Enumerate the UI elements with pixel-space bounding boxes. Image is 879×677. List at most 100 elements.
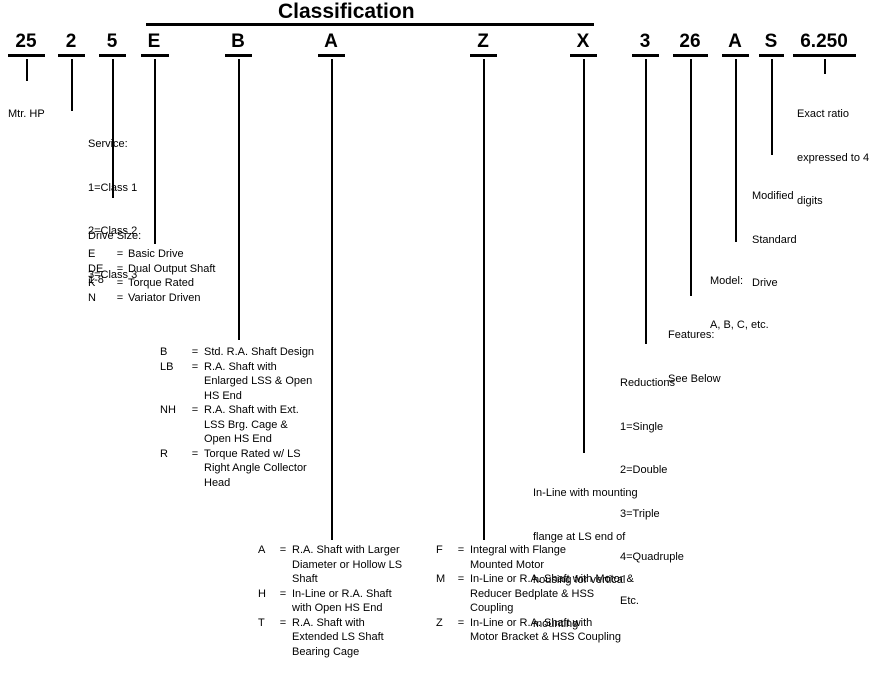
definition-row: Z = In-Line or R.A. Shaft with Motor Bra… bbox=[436, 616, 646, 645]
definition-row: N = Variator Driven bbox=[88, 291, 298, 306]
definition-equals: = bbox=[279, 616, 287, 629]
definition-description-line: Motor Bracket & HSS Coupling bbox=[470, 631, 622, 643]
definition-equals: = bbox=[191, 360, 199, 373]
code-segment-inline-flange: X bbox=[576, 31, 590, 52]
definition-code: R bbox=[160, 447, 168, 460]
code-underline-3 bbox=[99, 54, 126, 57]
definition-description: Torque Rated w/ LS Right Angle Collector… bbox=[204, 447, 375, 491]
definition-description-line: Integral with Flange bbox=[470, 544, 566, 556]
code-underline-4 bbox=[141, 54, 169, 57]
definition-description: R.A. Shaft with Larger Diameter or Hollo… bbox=[292, 543, 423, 587]
definition-description-line: Open HS End bbox=[204, 433, 272, 445]
definition-equals: = bbox=[457, 616, 465, 629]
leader-line-inline-flange bbox=[583, 59, 585, 453]
definition-code: NH bbox=[160, 404, 176, 416]
definition-row: R = Torque Rated w/ LS Right Angle Colle… bbox=[160, 447, 375, 491]
definition-code: F bbox=[436, 544, 443, 556]
leader-line-modified-standard bbox=[771, 59, 773, 155]
definition-description-line: In-Line or R.A. Shaft bbox=[292, 587, 392, 600]
code-segment-shaft-design: B bbox=[231, 31, 245, 52]
definition-description-line: Dual Output Shaft bbox=[128, 262, 216, 275]
definition-description-line: Bearing Cage bbox=[292, 645, 360, 658]
definition-description: Integral with Flange Mounted Motor bbox=[470, 543, 646, 572]
note-drive-size-line-0: Drive Size: bbox=[88, 230, 142, 242]
definition-code: A bbox=[258, 544, 266, 556]
definition-description-line: Diameter or Hollow LS bbox=[292, 558, 403, 571]
leader-line-service bbox=[71, 59, 73, 111]
definition-description: In-Line or R.A. Shaft with Open HS End bbox=[292, 587, 423, 616]
definition-description-line: HS End bbox=[204, 389, 242, 402]
code-segment-modified-standard: S bbox=[764, 31, 778, 52]
code-underline-11 bbox=[722, 54, 749, 57]
definition-code: LB bbox=[160, 360, 174, 373]
definition-description-line: Enlarged LSS & Open bbox=[204, 375, 313, 387]
note-exact-ratio-line-2: digits bbox=[797, 195, 823, 207]
definition-description: In-Line or R.A. Shaft with Motor & Reduc… bbox=[470, 572, 646, 616]
definition-list-mounting-type: F = Integral with Flange Mounted Motor M… bbox=[436, 543, 646, 645]
definition-code: Z bbox=[436, 616, 443, 629]
definition-code: M bbox=[436, 573, 446, 585]
definition-description-line: Shaft bbox=[292, 573, 318, 585]
definition-description-line: R.A. Shaft with bbox=[292, 616, 365, 629]
code-underline-2 bbox=[58, 54, 85, 57]
definition-row: M = In-Line or R.A. Shaft with Motor & R… bbox=[436, 572, 646, 616]
note-reductions-line-1: 1=Single bbox=[620, 420, 664, 433]
code-segment-mtr-hp: 25 bbox=[15, 31, 37, 52]
code-underline-8 bbox=[570, 54, 597, 57]
note-reductions-line-3: 3=Triple bbox=[620, 507, 660, 520]
code-underline-13 bbox=[793, 54, 856, 57]
definition-row: B = Std. R.A. Shaft Design bbox=[160, 345, 375, 360]
definition-row: LB = R.A. Shaft with Enlarged LSS & Open… bbox=[160, 360, 375, 404]
code-underline-5 bbox=[225, 54, 252, 57]
definition-equals: = bbox=[191, 404, 199, 416]
definition-description-line: Right Angle Collector bbox=[204, 462, 307, 474]
definition-equals: = bbox=[279, 587, 287, 600]
page-title: Classification bbox=[278, 0, 415, 23]
definition-description-line: Coupling bbox=[470, 602, 514, 614]
definition-code: N bbox=[88, 291, 96, 304]
definition-equals: = bbox=[457, 573, 465, 585]
definition-row: T = R.A. Shaft with Extended LS Shaft Be… bbox=[258, 616, 423, 660]
note-mtr-hp-line-0: Mtr. HP bbox=[8, 108, 45, 120]
definition-description: Basic Drive bbox=[128, 247, 298, 262]
definition-row: A = R.A. Shaft with Larger Diameter or H… bbox=[258, 543, 423, 587]
definition-description-line: Variator Driven bbox=[128, 291, 201, 304]
note-modified-standard-line-1: Standard bbox=[752, 233, 797, 246]
code-underline-10 bbox=[673, 54, 708, 57]
definition-row: NH = R.A. Shaft with Ext. LSS Brg. Cage … bbox=[160, 403, 375, 447]
definition-equals: = bbox=[116, 277, 124, 289]
code-segment-shaft-arrangement: A bbox=[324, 31, 338, 52]
note-features-line-1: See Below bbox=[668, 372, 721, 385]
code-segment-features: 26 bbox=[679, 31, 701, 52]
definition-code: B bbox=[160, 346, 168, 358]
leader-line-model bbox=[735, 59, 737, 242]
definition-list-drive-type: E = Basic Drive DE = Dual Output Shaft K… bbox=[88, 247, 298, 305]
leader-line-drive-type bbox=[154, 59, 156, 244]
definition-equals: = bbox=[279, 544, 287, 556]
definition-description: In-Line or R.A. Shaft with Motor Bracket… bbox=[470, 616, 646, 645]
note-modified-standard-line-2: Drive bbox=[752, 277, 778, 289]
definition-code: DE bbox=[88, 262, 104, 275]
definition-description-line: Extended LS Shaft bbox=[292, 631, 384, 643]
note-service-line-1: 1=Class 1 bbox=[88, 181, 138, 194]
note-exact-ratio-line-0: Exact ratio bbox=[797, 108, 849, 120]
definition-code: E bbox=[88, 248, 96, 260]
definition-equals: = bbox=[116, 291, 124, 304]
definition-equals: = bbox=[457, 544, 465, 556]
code-segment-model: A bbox=[728, 31, 742, 52]
definition-description-line: R.A. Shaft with bbox=[204, 360, 277, 373]
definition-code: T bbox=[258, 616, 265, 629]
code-segment-service: 2 bbox=[65, 31, 77, 52]
definition-description-line: R.A. Shaft with Ext. bbox=[204, 404, 299, 416]
definition-equals: = bbox=[116, 248, 124, 260]
definition-description-line: Std. R.A. Shaft Design bbox=[204, 346, 315, 358]
leader-line-mounting-type bbox=[483, 59, 485, 540]
definition-code: K bbox=[88, 277, 96, 289]
note-modified-standard-line-0: Modified bbox=[752, 190, 794, 202]
code-underline-12 bbox=[759, 54, 784, 57]
definition-description: Variator Driven bbox=[128, 291, 298, 306]
definition-row: DE = Dual Output Shaft bbox=[88, 262, 298, 277]
definition-description: Dual Output Shaft bbox=[128, 262, 298, 277]
definition-description: R.A. Shaft with Enlarged LSS & Open HS E… bbox=[204, 360, 375, 404]
definition-description-line: Mounted Motor bbox=[470, 558, 544, 571]
